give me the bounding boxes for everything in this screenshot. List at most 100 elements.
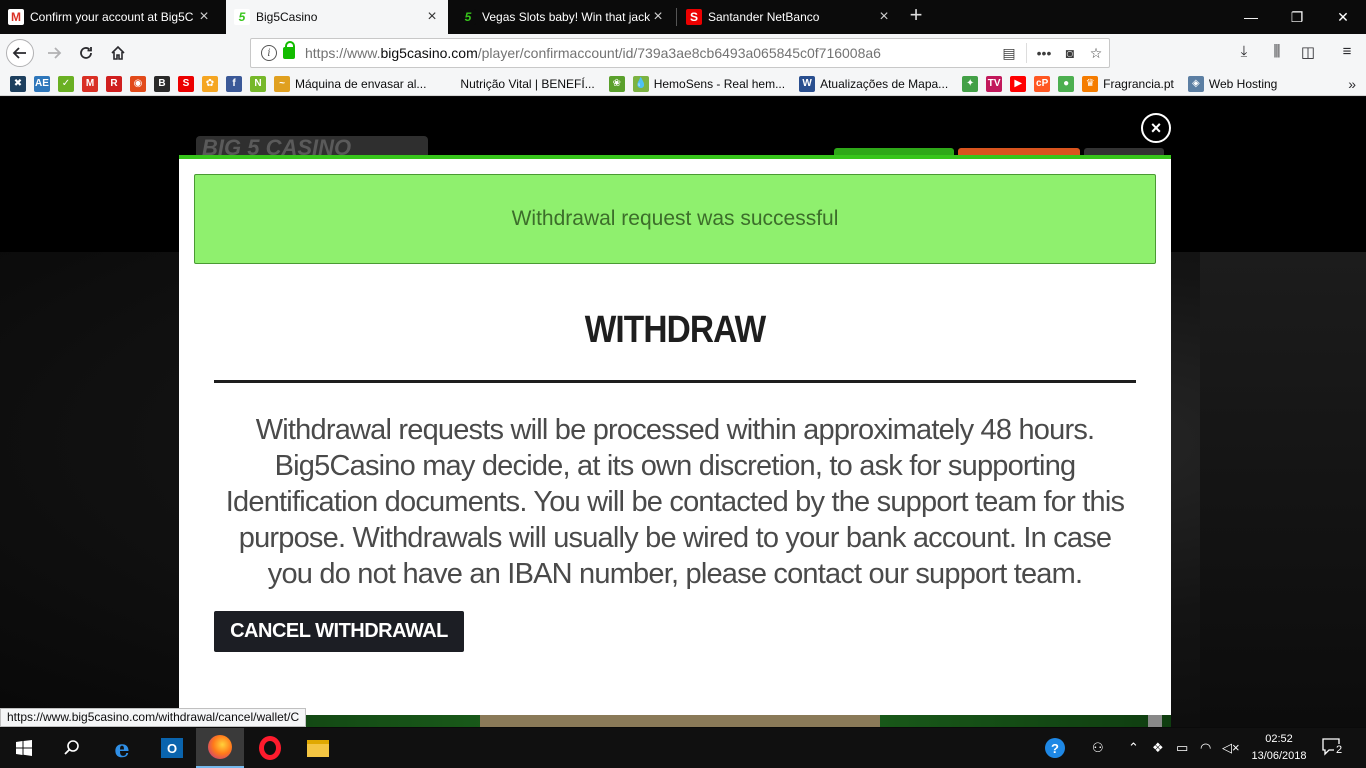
battery-icon[interactable]: ▭	[1176, 740, 1188, 756]
diamond-icon: ◈	[1187, 75, 1204, 92]
bookmark-label: HemoSens - Real hem...	[653, 76, 786, 91]
success-alert: Withdrawal request was successful	[194, 174, 1156, 264]
url-text[interactable]: https://www.big5casino.com/player/confir…	[305, 45, 996, 61]
url-path: /player/confirmaccount/id/739a3ae8cb6493…	[477, 45, 881, 61]
modal-close-icon[interactable]: ×	[1141, 113, 1171, 143]
tab-big5casino[interactable]: 5 Big5Casino ×	[226, 0, 448, 34]
close-tab-icon[interactable]: ×	[424, 8, 440, 26]
bookmark-item[interactable]: ~ Máquina de envasar al...	[274, 75, 427, 92]
check-icon: ✓	[58, 75, 74, 92]
bookmark-item[interactable]: N	[250, 75, 268, 92]
reader-view-icon[interactable]: ▤	[996, 45, 1022, 62]
system-clock[interactable]: 02:52 13/06/2018	[1248, 731, 1310, 765]
forward-button[interactable]	[40, 39, 68, 67]
bookmark-item[interactable]: f	[226, 75, 244, 92]
bookmark-item[interactable]: Nutrição Vital | BENEFÍ...	[460, 77, 594, 91]
pocket-icon[interactable]: ◙	[1057, 45, 1083, 61]
cancel-withdrawal-button[interactable]: CANCEL WITHDRAWAL	[214, 611, 464, 652]
firefox-icon	[208, 735, 232, 759]
reload-button[interactable]	[72, 39, 100, 67]
maximize-button[interactable]: ❐	[1274, 0, 1320, 34]
tab-vegas-slots[interactable]: 5 Vegas Slots baby! Win that jack ×	[452, 0, 674, 34]
bookmark-item[interactable]: 💧 HemoSens - Real hem...	[632, 75, 786, 92]
tab-confirm-account[interactable]: M Confirm your account at Big5C ×	[0, 0, 220, 34]
bookmark-item[interactable]: ✦	[962, 75, 980, 92]
bookmark-label: Máquina de envasar al...	[295, 76, 427, 91]
tab-label: Vegas Slots baby! Win that jack	[482, 10, 650, 24]
back-button[interactable]	[6, 39, 34, 67]
people-tray-icon[interactable]: ⚇	[1092, 740, 1104, 756]
r-icon: R	[106, 75, 122, 92]
url-bar[interactable]: i https://www.big5casino.com/player/conf…	[250, 38, 1110, 68]
firefox-taskbar-icon[interactable]	[196, 728, 244, 768]
leaf-icon: ❀	[608, 75, 625, 92]
menu-icon[interactable]: ≡	[1336, 43, 1358, 63]
lock-icon[interactable]	[283, 41, 295, 59]
close-window-button[interactable]: ✕	[1320, 0, 1366, 34]
bookmark-icon-1: ✖	[10, 75, 26, 92]
bookmark-item[interactable]: ◉	[130, 75, 148, 92]
bookmark-item[interactable]: R	[106, 75, 124, 92]
bookmark-item[interactable]: ♛ Fragrancia.pt	[1082, 75, 1174, 92]
bookmarks-overflow-icon[interactable]: »	[1348, 76, 1356, 92]
bookmark-icon-3: B	[154, 75, 170, 92]
bookmark-item[interactable]: ❀	[608, 75, 627, 92]
outlook-icon: O	[161, 738, 183, 758]
bookmark-item[interactable]: M	[82, 75, 100, 92]
bookmark-item[interactable]: S	[178, 75, 196, 92]
downloads-icon[interactable]: ⤓	[1233, 43, 1255, 63]
minimize-button[interactable]: —	[1228, 0, 1274, 34]
search-button[interactable]	[48, 728, 96, 768]
bookmark-item[interactable]: AE	[34, 75, 52, 92]
outlook-taskbar-icon[interactable]: O	[148, 728, 196, 768]
action-center-button[interactable]: 2	[1322, 738, 1346, 758]
bookmark-item[interactable]: TV	[986, 75, 1004, 92]
tab-label: Big5Casino	[256, 10, 318, 24]
volume-muted-icon[interactable]: ◁×	[1222, 740, 1240, 756]
folder-icon	[307, 739, 329, 757]
library-icon[interactable]: ⫼	[1266, 43, 1288, 63]
bookmark-item[interactable]: W Atualizações de Mapa...	[799, 75, 949, 92]
edge-taskbar-icon[interactable]: e	[98, 728, 146, 768]
clock-date: 13/06/2018	[1251, 750, 1307, 762]
opera-taskbar-icon[interactable]	[246, 728, 294, 768]
n-icon: N	[250, 75, 266, 92]
bookmark-item[interactable]: cP	[1034, 75, 1052, 92]
back-arrow-icon	[12, 47, 26, 59]
gmail-icon: M	[8, 9, 24, 25]
bookmark-star-icon[interactable]: ☆	[1083, 45, 1109, 62]
page-actions-icon[interactable]: •••	[1031, 45, 1057, 61]
home-button[interactable]	[104, 39, 132, 67]
bookmark-item[interactable]: ◈ Web Hosting	[1187, 75, 1277, 92]
close-tab-icon[interactable]: ×	[876, 8, 892, 26]
opera-icon	[259, 736, 281, 760]
url-host: big5casino.com	[380, 45, 478, 61]
close-tab-icon[interactable]: ×	[196, 8, 212, 26]
reload-icon	[80, 47, 92, 59]
help-icon: ?	[1045, 738, 1065, 758]
sidebar-icon[interactable]: ◫	[1297, 43, 1319, 63]
bookmark-item[interactable]: ✖	[10, 75, 28, 92]
chevron-up-icon[interactable]: ⌃	[1128, 740, 1139, 756]
bookmark-item[interactable]: B	[154, 75, 172, 92]
site-info-icon[interactable]: i	[261, 45, 277, 61]
bookmark-item[interactable]: ▶	[1010, 75, 1028, 92]
modal-title: WITHDRAW	[584, 309, 766, 351]
help-tray-icon[interactable]: ?	[1045, 738, 1065, 758]
wifi-icon[interactable]: ◠	[1200, 740, 1211, 756]
tab-santander[interactable]: S Santander NetBanco ×	[678, 0, 900, 34]
bookmark-item[interactable]: ●	[1058, 75, 1076, 92]
dropbox-icon[interactable]: ❖	[1152, 740, 1164, 756]
bookmark-item[interactable]: ✿	[202, 75, 220, 92]
start-button[interactable]	[0, 728, 48, 768]
new-tab-button[interactable]: +	[904, 4, 928, 28]
withdraw-modal: Withdrawal request was successful WITHDR…	[179, 155, 1171, 715]
page-scroll-peek	[1148, 715, 1162, 727]
bookmark-item[interactable]: ✓	[58, 75, 76, 92]
browser-tab-bar: M Confirm your account at Big5C × 5 Big5…	[0, 0, 1366, 34]
file-explorer-taskbar-icon[interactable]	[294, 728, 342, 768]
close-tab-icon[interactable]: ×	[650, 8, 666, 26]
notification-count: 2	[1334, 744, 1345, 756]
green-dot-icon: ●	[1058, 75, 1075, 92]
bookmark-label: Atualizações de Mapa...	[820, 76, 949, 91]
